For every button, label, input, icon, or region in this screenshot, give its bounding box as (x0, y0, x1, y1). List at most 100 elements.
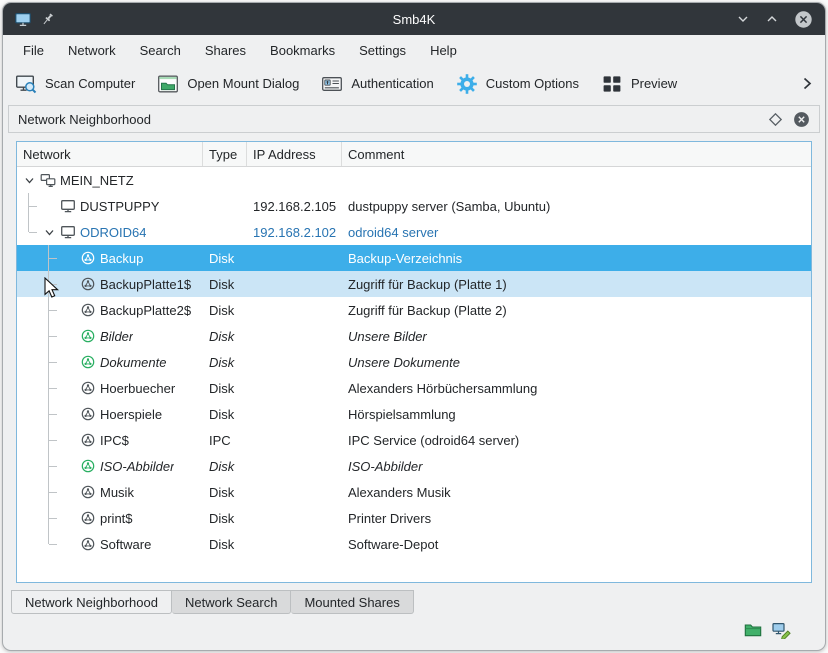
tree-row[interactable]: Backup Disk Backup-Verzeichnis (17, 245, 811, 271)
share-icon (80, 328, 96, 344)
cell-comment: Backup-Verzeichnis (342, 245, 811, 271)
column-header-type[interactable]: Type (203, 142, 247, 166)
tree-row[interactable]: Software Disk Software-Depot (17, 531, 811, 557)
tree-body: MEIN_NETZ DUSTPUPPY 192.168.2.105 dustpu… (17, 167, 811, 582)
close-dock-button[interactable] (793, 111, 810, 128)
cell-network: MEIN_NETZ (17, 167, 203, 193)
maximize-button[interactable] (765, 13, 779, 25)
tree-guide (39, 297, 59, 323)
cell-ip-address (247, 505, 342, 531)
tree-row[interactable]: BackupPlatte2$ Disk Zugriff für Backup (… (17, 297, 811, 323)
dock-title: Network Neighborhood (18, 112, 758, 127)
tree-guide (19, 219, 39, 245)
tree-guide (39, 505, 59, 531)
expander-icon[interactable] (39, 219, 59, 245)
tree-row[interactable]: ISO-Abbilder Disk ISO-Abbilder (17, 453, 811, 479)
tree-guide (59, 245, 79, 271)
tree-guide (39, 427, 59, 453)
tab-network-neighborhood[interactable]: Network Neighborhood (11, 590, 172, 614)
cell-network: Musik (17, 479, 203, 505)
tree-row[interactable]: ODROID64 192.168.2.102 odroid64 server (17, 219, 811, 245)
tree-row[interactable]: DUSTPUPPY 192.168.2.105 dustpuppy server… (17, 193, 811, 219)
tab-mounted-shares[interactable]: Mounted Shares (291, 590, 413, 614)
close-button[interactable] (794, 10, 813, 29)
tree-indent (19, 167, 39, 193)
tree-row[interactable]: Hoerspiele Disk Hörspielsammlung (17, 401, 811, 427)
cell-ip-address (247, 271, 342, 297)
pin-icon[interactable] (40, 12, 55, 27)
float-dock-button[interactable] (768, 112, 783, 127)
column-header-ip-address[interactable]: IP Address (247, 142, 342, 166)
tree-indent (19, 531, 79, 557)
share-icon (80, 354, 96, 370)
tree-guide (19, 531, 39, 557)
menu-settings[interactable]: Settings (349, 39, 416, 62)
titlebar[interactable]: Smb4K (3, 3, 825, 35)
dock-titlebar[interactable]: Network Neighborhood (8, 105, 820, 133)
cell-ip-address (247, 427, 342, 453)
tree-row[interactable]: Dokumente Disk Unsere Dokumente (17, 349, 811, 375)
cell-ip-address (247, 245, 342, 271)
cell-network: BackupPlatte2$ (17, 297, 203, 323)
network-browser: Network Type IP Address Comment MEIN_NET… (16, 141, 812, 583)
tree-indent (19, 271, 79, 297)
tree-guide (39, 531, 59, 557)
tree-row[interactable]: print$ Disk Printer Drivers (17, 505, 811, 531)
tree-indent (19, 297, 79, 323)
custom-options-button[interactable]: Custom Options (456, 73, 579, 95)
preview-button[interactable]: Preview (601, 73, 677, 95)
item-name: Musik (100, 485, 134, 500)
mount-dialog-icon (157, 73, 179, 95)
authentication-button[interactable]: Authentication (321, 73, 433, 95)
tree-row[interactable]: Hoerbuecher Disk Alexanders Hörbüchersam… (17, 375, 811, 401)
toolbar: Scan Computer Open Mount Dialog Authenti… (3, 65, 825, 102)
cell-comment: odroid64 server (342, 219, 811, 245)
menu-bookmarks[interactable]: Bookmarks (260, 39, 345, 62)
toolbar-overflow-button[interactable] (802, 65, 813, 102)
tree-header: Network Type IP Address Comment (17, 142, 811, 167)
tree-row[interactable]: Bilder Disk Unsere Bilder (17, 323, 811, 349)
expander-icon[interactable] (19, 167, 39, 193)
menu-network[interactable]: Network (58, 39, 126, 62)
scan-computer-button[interactable]: Scan Computer (15, 73, 135, 95)
cell-type: Disk (203, 505, 247, 531)
preview-icon (601, 73, 623, 95)
cell-type (203, 167, 247, 193)
column-header-network[interactable]: Network (17, 142, 203, 166)
cell-type: Disk (203, 349, 247, 375)
cell-type (203, 193, 247, 219)
cell-network: Hoerspiele (17, 401, 203, 427)
item-name: BackupPlatte2$ (100, 303, 191, 318)
tree-guide (59, 271, 79, 297)
host-icon (60, 224, 76, 240)
cell-comment: Unsere Dokumente (342, 349, 811, 375)
tree-row[interactable]: Musik Disk Alexanders Musik (17, 479, 811, 505)
toolbar-button-label: Authentication (351, 76, 433, 91)
item-name: ISO-Abbilder (100, 459, 174, 474)
cell-network: BackupPlatte1$ (17, 271, 203, 297)
share-icon (80, 510, 96, 526)
menu-file[interactable]: File (13, 39, 54, 62)
menu-search[interactable]: Search (130, 39, 191, 62)
cell-network: Dokumente (17, 349, 203, 375)
mounted-share-indicator-icon (744, 622, 762, 638)
tree-indent (19, 401, 79, 427)
tree-row[interactable]: BackupPlatte1$ Disk Zugriff für Backup (… (17, 271, 811, 297)
tree-guide (39, 323, 59, 349)
tree-row[interactable]: IPC$ IPC IPC Service (odroid64 server) (17, 427, 811, 453)
tree-indent (19, 479, 79, 505)
cell-ip-address (247, 531, 342, 557)
share-icon (80, 484, 96, 500)
share-icon (80, 302, 96, 318)
toolbar-button-label: Open Mount Dialog (187, 76, 299, 91)
minimize-button[interactable] (736, 13, 750, 25)
tree-guide (59, 505, 79, 531)
menu-help[interactable]: Help (420, 39, 467, 62)
open-mount-dialog-button[interactable]: Open Mount Dialog (157, 73, 299, 95)
column-header-comment[interactable]: Comment (342, 142, 811, 166)
tree-guide (19, 479, 39, 505)
tree-row[interactable]: MEIN_NETZ (17, 167, 811, 193)
tab-network-search[interactable]: Network Search (172, 590, 291, 614)
menu-shares[interactable]: Shares (195, 39, 256, 62)
share-icon (80, 380, 96, 396)
